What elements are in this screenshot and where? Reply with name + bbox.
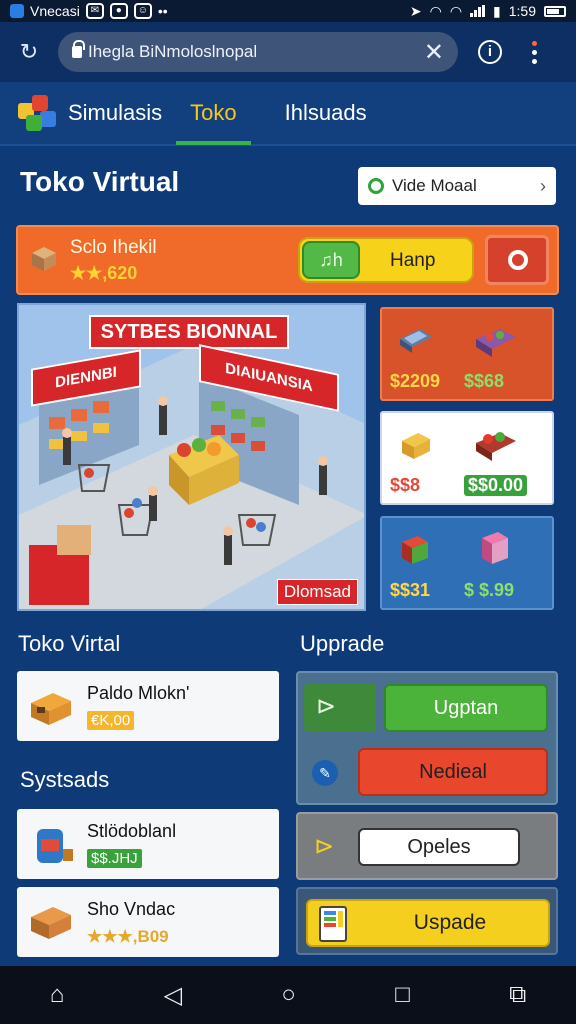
leaf-icon: ⊳	[316, 693, 337, 720]
page-title: Toko Virtual	[20, 166, 180, 197]
pencil-icon: ✎	[312, 760, 338, 786]
app-icon	[10, 4, 24, 18]
product-price: $2209	[390, 371, 441, 391]
store-rating: ★★,620	[70, 263, 138, 283]
list-item-system[interactable]: Stlödoblanl $$.JНJ	[17, 809, 279, 879]
scene-sign-main: SYTBES BIONNAL	[89, 315, 289, 349]
product-price: $$0.00	[464, 475, 528, 496]
menu-dots-icon[interactable]	[532, 40, 537, 64]
location-icon: ➤	[409, 2, 422, 19]
system-item-name: Sho Vndac	[87, 899, 176, 919]
notification-icon: ✉	[85, 3, 104, 19]
upgrade-primary-button[interactable]: Ugptan	[384, 684, 548, 732]
section-title-systems: Systsads	[20, 767, 110, 792]
mode-dropdown[interactable]: Vide Moaal ›	[358, 167, 556, 205]
notification-icon-3: ☺	[133, 3, 152, 19]
notification-icon-2: ●	[109, 3, 128, 19]
tab-ihlsuads[interactable]: Ihlsuads	[271, 81, 381, 145]
circle-icon	[508, 250, 528, 270]
tab-toko[interactable]: Toko	[176, 81, 251, 145]
mode-icon	[368, 178, 384, 194]
browser-toolbar: ↻ Ihegla BiNmoloslnopal ✕ i	[0, 22, 576, 82]
tab-simulasis[interactable]: Simulasis	[68, 81, 176, 145]
store-illustration	[19, 345, 364, 609]
toggle-knob: ♫h	[302, 241, 360, 279]
system-nav-bar: ⌂ ◁ ○ □ ⧉	[0, 966, 576, 1024]
tablet-icon	[400, 329, 432, 353]
section-title-shop: Toko Virtal	[18, 631, 121, 656]
lock-icon	[72, 40, 85, 58]
upgrade-row: ✎ Nedieal	[304, 744, 552, 802]
produce-box-icon	[476, 329, 516, 357]
crate-icon	[31, 907, 71, 939]
store-scene[interactable]: SYTBES BIONNAL DIENNBI DIAIUANSIA Dlomsa…	[17, 303, 366, 611]
record-button[interactable]	[485, 235, 549, 285]
recents-icon[interactable]: □	[395, 981, 410, 1009]
final-upgrade-label: Uspade	[413, 911, 487, 934]
arrow-icon: ⊳	[314, 833, 335, 860]
product-card[interactable]: $$8 $$0.00	[380, 411, 554, 505]
tab-bar: Simulasis Toko Ihlsuads	[0, 82, 576, 146]
options-panel: ⊳ Opeles	[296, 812, 558, 880]
shop-item-name: Paldo Mlokn'	[87, 683, 190, 703]
juice-box-icon	[482, 532, 508, 564]
sim-icon: ▮	[493, 2, 501, 19]
final-upgrade-button[interactable]: Uspade	[306, 899, 550, 947]
shop-item-tag: €K,00	[87, 711, 135, 730]
status-time: 1:59	[508, 3, 536, 19]
chevron-right-icon: ›	[540, 175, 546, 196]
section-title-upgrade: Upprade	[300, 631, 385, 656]
produce-crate-icon	[476, 432, 516, 461]
refresh-icon[interactable]: ↻	[12, 35, 46, 69]
upgrade-icon-bg: ⊳	[304, 684, 376, 732]
system-item-tag: ★★★,B09	[87, 927, 169, 946]
url-text: Ihegla BiNmoloslnopal	[88, 42, 258, 61]
product-price: $$8	[390, 475, 421, 495]
mode-toggle[interactable]: ♫h Hanp	[298, 237, 474, 283]
more-notifications-icon: ••	[157, 3, 168, 19]
product-price: $$68	[464, 371, 505, 391]
box-icon	[32, 247, 56, 271]
toggle-label: Hanp	[390, 250, 436, 271]
url-field[interactable]: Ihegla BiNmoloslnopal ✕	[58, 32, 458, 72]
toaster-icon	[402, 433, 430, 459]
upgrade-row: ⊳ Ugptan	[304, 680, 552, 738]
product-price: $ $.99	[464, 580, 515, 600]
system-item-tag: $$.JНJ	[87, 849, 142, 868]
signal-icon	[470, 5, 486, 17]
phone-box-icon	[402, 536, 428, 564]
status-app-label: Vnecasi	[30, 3, 80, 19]
shop-stand-icon	[31, 693, 71, 725]
upgrade-secondary-button[interactable]: Nedieal	[358, 748, 548, 796]
vending-machine-icon	[319, 906, 347, 942]
final-upgrade-panel: Uspade	[296, 887, 558, 955]
list-item-system[interactable]: Sho Vndac ★★★,B09	[17, 887, 279, 957]
info-icon[interactable]: i	[478, 40, 502, 64]
list-item-shop[interactable]: Paldo Mlokn' €K,00	[17, 671, 279, 741]
store-banner: Sclo Ihekil ★★,620 ♫h Hanp	[16, 225, 559, 295]
battery-icon	[544, 5, 566, 17]
home-icon[interactable]: ⌂	[50, 981, 65, 1009]
multiwindow-icon[interactable]: ⧉	[509, 981, 526, 1009]
product-card[interactable]: $$31 $ $.99	[380, 516, 554, 610]
game-logo-icon	[18, 93, 60, 133]
wifi-icon-2: ◠	[449, 2, 463, 19]
options-button[interactable]: Opeles	[358, 828, 520, 866]
system-item-name: Stlödoblanl	[87, 821, 177, 841]
mode-label: Vide Moaal	[392, 176, 477, 195]
clear-icon[interactable]: ✕	[424, 38, 444, 67]
store-name: Sclo Ihekil	[70, 237, 157, 258]
back-icon[interactable]: ◁	[164, 981, 182, 1010]
status-bar: Vnecasi ✉ ● ☺ •• ➤ ◠ ◠ ▮ 1:59	[0, 0, 576, 22]
backpack-icon	[37, 829, 73, 863]
product-card[interactable]: $2209 $$68	[380, 307, 554, 401]
product-price: $$31	[390, 580, 431, 600]
scene-corner-tag: Dlomsad	[276, 579, 358, 605]
home-circle-icon[interactable]: ○	[281, 981, 296, 1009]
wifi-icon: ◠	[429, 2, 442, 19]
